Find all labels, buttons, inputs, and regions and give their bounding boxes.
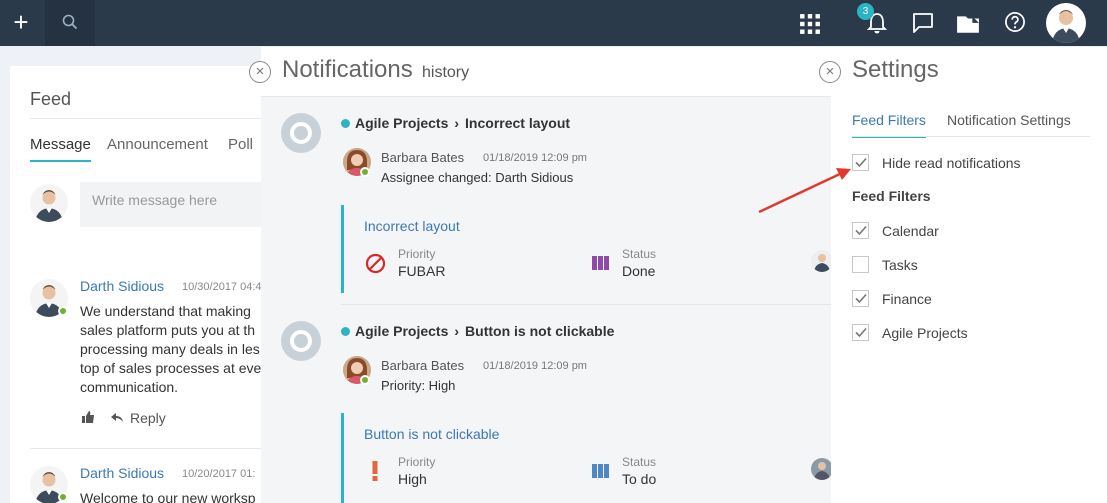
notifications-count-badge: 3 — [857, 3, 874, 20]
feed-filters-heading: Feed Filters — [852, 188, 931, 204]
filter-calendar-label: Calendar — [882, 223, 939, 239]
filter-tasks-label: Tasks — [882, 257, 918, 273]
priority-fubar-icon — [365, 253, 386, 274]
annotation-arrow — [758, 168, 851, 214]
post-date: 10/30/2017 04:4 — [182, 281, 262, 293]
priority-label: Priority — [398, 455, 436, 469]
project-color-dot — [341, 327, 350, 336]
card-accent-bar — [341, 205, 344, 293]
post-author-name[interactable]: Darth Sidious — [80, 465, 164, 481]
notification-breadcrumb: Agile Projects › Incorrect layout — [355, 115, 570, 131]
notification-status-icon — [281, 321, 321, 361]
online-status-dot — [360, 167, 370, 177]
task-link[interactable]: Incorrect layout — [465, 115, 570, 131]
status-value: Done — [622, 263, 656, 279]
tab-message[interactable]: Message — [30, 136, 91, 162]
search-icon — [62, 14, 78, 30]
online-status-dot — [360, 375, 370, 385]
notifications-header: Notifications history — [261, 47, 831, 97]
notifications-subtitle[interactable]: history — [422, 64, 469, 82]
priority-high-icon — [372, 461, 378, 481]
search-button[interactable] — [45, 0, 95, 46]
project-link[interactable]: Agile Projects — [355, 323, 448, 339]
task-card-title[interactable]: Incorrect layout — [364, 218, 460, 234]
project-link[interactable]: Agile Projects — [355, 115, 448, 131]
reply-button[interactable]: Reply — [130, 410, 166, 426]
avatar-image — [1052, 10, 1080, 43]
chevron-right-icon: › — [454, 323, 460, 339]
thumbs-up-icon[interactable] — [81, 410, 95, 424]
divider — [341, 304, 831, 305]
chevron-right-icon: › — [454, 115, 460, 131]
status-done-icon — [592, 256, 609, 270]
priority-value: FUBAR — [398, 263, 446, 279]
notification-change: Priority: High — [381, 378, 456, 393]
feed-title: Feed — [30, 89, 72, 109]
hide-read-label: Hide read notifications — [882, 155, 1021, 171]
notification-breadcrumb: Agile Projects › Button is not clickable — [355, 323, 614, 339]
filter-calendar-checkbox[interactable] — [852, 222, 869, 239]
status-value: To do — [622, 471, 657, 487]
project-color-dot — [341, 119, 350, 128]
assignee-avatar — [811, 458, 833, 480]
filter-finance-label: Finance — [882, 291, 932, 307]
divider — [852, 136, 1090, 137]
tab-feed-filters[interactable]: Feed Filters — [852, 112, 926, 138]
notification-date: 01/18/2019 12:09 pm — [483, 360, 587, 372]
my-avatar — [30, 184, 68, 222]
status-todo-icon — [592, 464, 609, 478]
checkmark-icon — [855, 327, 867, 338]
apps-grid-icon[interactable] — [798, 13, 822, 35]
card-accent-bar — [341, 413, 344, 503]
status-label: Status — [622, 455, 657, 469]
help-icon[interactable] — [1003, 11, 1027, 33]
top-bar: + 3 — [0, 0, 1107, 46]
tab-notification-settings[interactable]: Notification Settings — [947, 112, 1071, 128]
notification-change: Assignee changed: Darth Sidious — [381, 170, 574, 185]
post-author-name[interactable]: Darth Sidious — [80, 278, 164, 294]
checkmark-icon — [855, 293, 867, 304]
status-label: Status — [622, 247, 657, 261]
settings-panel: Settings Feed Filters Notification Setti… — [831, 47, 1107, 503]
task-link[interactable]: Button is not clickable — [465, 323, 614, 339]
plus-icon[interactable]: + — [0, 0, 42, 46]
notification-date: 01/18/2019 12:09 pm — [483, 152, 587, 164]
checkmark-icon — [855, 157, 867, 168]
chat-icon[interactable] — [911, 12, 935, 34]
task-card-title[interactable]: Button is not clickable — [364, 426, 499, 442]
close-notifications-icon[interactable]: × — [249, 61, 271, 83]
post-date: 10/20/2017 01: — [182, 468, 256, 480]
user-avatar[interactable] — [1046, 3, 1086, 43]
priority-label: Priority — [398, 247, 436, 261]
reply-icon — [111, 413, 123, 422]
filter-finance-checkbox[interactable] — [852, 290, 869, 307]
priority-value: High — [398, 471, 427, 487]
online-status-dot — [58, 492, 68, 502]
notifications-title: Notifications — [282, 56, 413, 83]
folder-icon[interactable] — [956, 13, 980, 35]
filter-agile-projects-checkbox[interactable] — [852, 324, 869, 341]
close-settings-icon[interactable]: × — [819, 61, 841, 83]
settings-title: Settings — [852, 56, 939, 83]
notifications-panel: Notifications history Agile Projects › Inc… — [261, 47, 833, 503]
tab-announcement[interactable]: Announcement — [107, 136, 208, 153]
filter-agile-projects-label: Agile Projects — [882, 325, 968, 341]
online-status-dot — [58, 306, 68, 316]
filter-tasks-checkbox[interactable] — [852, 256, 869, 273]
checkmark-icon — [855, 225, 867, 236]
notification-user-name[interactable]: Barbara Bates — [381, 358, 464, 373]
assignee-avatar — [811, 250, 833, 272]
notification-status-icon — [281, 113, 321, 153]
notification-user-name[interactable]: Barbara Bates — [381, 150, 464, 165]
tab-poll[interactable]: Poll — [228, 136, 253, 153]
